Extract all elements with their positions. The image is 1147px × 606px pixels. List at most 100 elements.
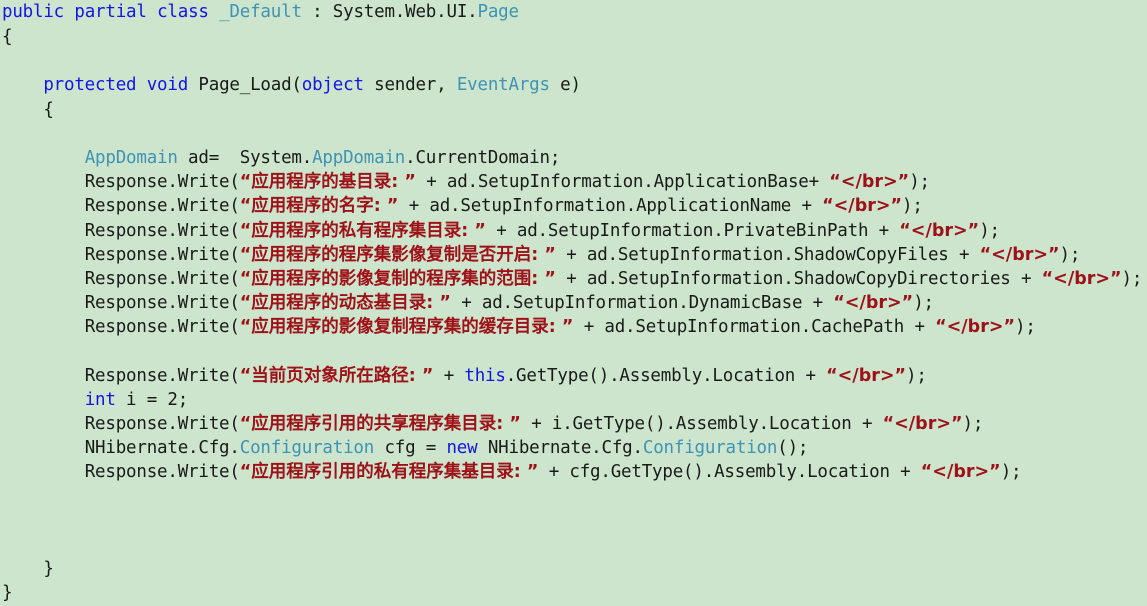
code-token: Response.Write( bbox=[84, 365, 240, 386]
code-token: “ bbox=[239, 172, 252, 193]
code-token: 当前页对象所在路径: bbox=[251, 365, 416, 386]
code-token: 应用程序的基目录: bbox=[251, 172, 399, 193]
code-token: NHibernate.Cfg. bbox=[84, 438, 240, 459]
code-token: + ad.SetupInformation.ShadowCopyDirector… bbox=[555, 268, 1042, 289]
line-write-shared-assembly-dir: Response.Write(“应用程序引用的共享程序集目录: ” + i.Ge… bbox=[0, 412, 1147, 436]
code-editor-surface[interactable]: public partial class _Default : System.W… bbox=[0, 0, 1147, 603]
code-token: ); bbox=[913, 293, 934, 314]
code-token: ” bbox=[555, 317, 574, 338]
code-token: ” bbox=[503, 414, 521, 434]
code-token: 应用程序引用的共享程序集目录: bbox=[251, 414, 504, 434]
code-token: ” bbox=[433, 293, 451, 314]
code-token: “</br>” bbox=[822, 196, 903, 217]
code-token: Configuration bbox=[642, 438, 778, 459]
code-token: ” bbox=[538, 244, 556, 265]
code-token: ” bbox=[468, 220, 486, 241]
line-appdomain-var: AppDomain ad= System.AppDomain.CurrentDo… bbox=[0, 146, 1147, 170]
code-token: “</br>” bbox=[1041, 268, 1122, 289]
code-token: “</br>” bbox=[826, 365, 907, 386]
code-token: ” bbox=[520, 462, 539, 483]
code-token: EventArgs bbox=[456, 75, 550, 96]
code-token: : System.Web.UI. bbox=[301, 2, 478, 22]
code-token: + ad.SetupInformation.ApplicationBase+ bbox=[415, 172, 830, 193]
code-token: “</br>” bbox=[882, 414, 963, 434]
code-token: “ bbox=[239, 293, 252, 314]
code-token: 应用程序的影像复制的程序集的范围: bbox=[251, 268, 539, 289]
code-token: .GetType().Assembly.Location + bbox=[505, 365, 827, 386]
code-token: i = 2; bbox=[115, 389, 189, 410]
code-token: “ bbox=[239, 220, 252, 241]
code-token: } bbox=[2, 583, 13, 604]
line-int-i: int i = 2; bbox=[0, 388, 1147, 412]
code-token: + ad.SetupInformation.ApplicationName + bbox=[398, 196, 823, 217]
code-token: partial bbox=[74, 2, 147, 22]
code-token: “ bbox=[239, 462, 252, 483]
code-token: Configuration bbox=[239, 438, 375, 459]
line-write-private-bin-path: Response.Write(“应用程序的私有程序集目录: ” + ad.Set… bbox=[0, 219, 1147, 243]
code-token: “ bbox=[239, 268, 252, 289]
code-token: { bbox=[2, 27, 13, 47]
code-token: new bbox=[446, 438, 478, 459]
line-class-decl: public partial class _Default : System.W… bbox=[0, 0, 1147, 25]
code-token: object bbox=[301, 75, 364, 96]
line-write-private-assembly-base-dir: Response.Write(“应用程序引用的私有程序集基目录: ” + cfg… bbox=[0, 460, 1147, 484]
code-token: + ad.SetupInformation.ShadowCopyFiles + bbox=[555, 244, 980, 265]
code-token: “</br>” bbox=[829, 172, 910, 193]
code-token: Response.Write( bbox=[84, 196, 240, 217]
code-token: AppDomain bbox=[84, 147, 178, 168]
code-token: ” bbox=[380, 196, 399, 217]
code-token: Page bbox=[477, 2, 520, 22]
code-token: Response.Write( bbox=[84, 462, 240, 483]
code-token: “ bbox=[239, 196, 252, 217]
code-token: “</br>” bbox=[920, 462, 1001, 483]
code-token: ); bbox=[1000, 462, 1022, 483]
line-class-open-brace: { bbox=[0, 25, 1147, 49]
line-page-load-signature: protected void Page_Load(object sender, … bbox=[0, 73, 1147, 97]
code-token: 应用程序的动态基目录: bbox=[251, 293, 434, 314]
code-token: AppDomain bbox=[312, 147, 406, 168]
code-token: Page_Load( bbox=[188, 75, 302, 96]
line-write-application-base: Response.Write(“应用程序的基目录: ” + ad.SetupIn… bbox=[0, 170, 1147, 194]
code-token: class bbox=[157, 2, 209, 22]
code-token: ” bbox=[538, 268, 556, 289]
code-token: 应用程序的程序集影像复制是否开启: bbox=[251, 244, 539, 265]
code-token: + ad.SetupInformation.DynamicBase + bbox=[450, 293, 834, 314]
code-token: Response.Write( bbox=[84, 268, 240, 289]
line-write-shadow-copy-files: Response.Write(“应用程序的程序集影像复制是否开启: ” + ad… bbox=[0, 243, 1147, 267]
code-token: ); bbox=[1015, 317, 1036, 338]
code-token: 应用程序引用的私有程序集基目录: bbox=[251, 462, 521, 483]
code-token: “ bbox=[239, 317, 252, 338]
code-token: “</br>” bbox=[979, 244, 1060, 265]
code-token: + bbox=[433, 365, 465, 386]
line-write-application-name: Response.Write(“应用程序的名字: ” + ad.SetupInf… bbox=[0, 194, 1147, 218]
code-token: ); bbox=[909, 172, 930, 193]
code-token: int bbox=[84, 389, 116, 410]
code-token: “ bbox=[239, 414, 252, 434]
code-token: “ bbox=[239, 365, 252, 386]
line-method-open-brace: { bbox=[0, 98, 1147, 122]
code-token: ad= System. bbox=[177, 147, 313, 168]
code-token: Response.Write( bbox=[84, 220, 240, 241]
code-token: 应用程序的影像复制程序集的缓存目录: bbox=[251, 317, 556, 338]
code-token: protected bbox=[43, 75, 137, 96]
code-token: Response.Write( bbox=[84, 317, 240, 338]
code-token: “</br>” bbox=[899, 220, 980, 241]
code-token: ); bbox=[1059, 244, 1081, 265]
line-class-close-brace: } bbox=[0, 581, 1147, 605]
